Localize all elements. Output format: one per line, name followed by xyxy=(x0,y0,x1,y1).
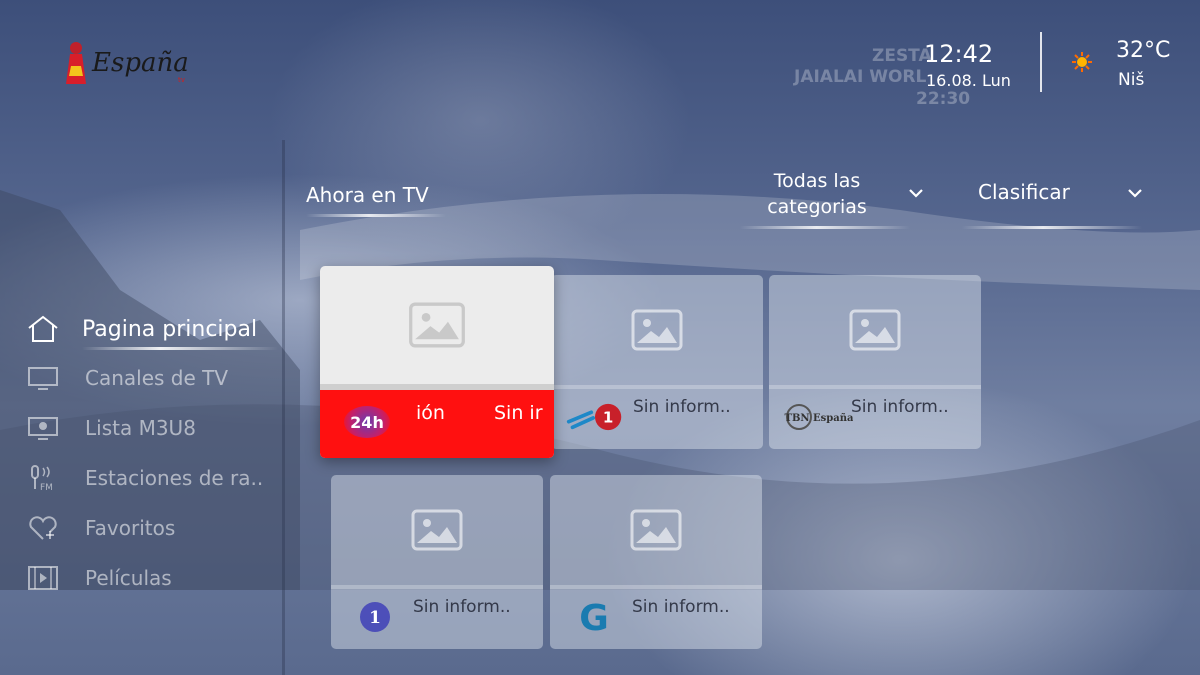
program-info: Sin inform.. xyxy=(633,397,731,417)
heart-plus-icon xyxy=(26,513,60,543)
sidebar-item-label: Lista M3U8 xyxy=(85,416,196,440)
card-divider xyxy=(550,585,762,589)
logo-tagline: tv xyxy=(178,76,185,84)
program-info: Sin inform.. xyxy=(632,597,730,617)
logo-text: España xyxy=(92,48,189,78)
city: Niš xyxy=(1118,70,1145,90)
image-placeholder-icon xyxy=(320,266,554,384)
channel-card[interactable]: G Sin inform.. xyxy=(550,475,762,649)
svg-text:FM: FM xyxy=(40,483,53,493)
sidebar-item-movies[interactable]: Películas xyxy=(26,561,172,595)
sidebar-item-home[interactable]: Pagina principal xyxy=(26,312,257,346)
channel-card-focused[interactable]: 24h ión Sin ir xyxy=(320,266,554,458)
channel-logo: 1 xyxy=(565,399,625,435)
overlay-text: 22:30 xyxy=(916,89,971,109)
image-placeholder-icon xyxy=(551,275,763,385)
dropdown-underline xyxy=(740,226,910,229)
channel-card[interactable]: 1 Sin inform.. xyxy=(331,475,543,649)
channel-logo: G xyxy=(564,598,624,637)
channel-number: 1 xyxy=(603,409,613,427)
channel-card[interactable]: 1 Sin inform.. xyxy=(551,275,763,449)
sidebar-item-label: Canales de TV xyxy=(85,366,229,390)
sort-label: Clasificar xyxy=(978,180,1070,204)
card-divider xyxy=(331,585,543,589)
dropdown-underline xyxy=(962,226,1142,229)
channel-name: TBN España xyxy=(785,413,854,424)
program-info: Sin ir xyxy=(494,402,543,424)
playlist-icon xyxy=(26,413,60,443)
channel-logo: TBN España xyxy=(783,399,853,435)
sidebar-item-favorites[interactable]: Favoritos xyxy=(26,511,175,545)
program-info: Sin inform.. xyxy=(413,597,511,617)
app-logo: España tv xyxy=(60,40,210,90)
image-placeholder-icon xyxy=(550,475,762,585)
overlay-text: ZESTA xyxy=(872,46,932,66)
active-indicator xyxy=(82,347,278,350)
sidebar-item-label: Favoritos xyxy=(85,516,176,540)
temperature: 32°C xyxy=(1116,38,1171,63)
chevron-down-icon xyxy=(909,189,923,198)
program-info: Sin inform.. xyxy=(851,397,949,417)
tv-icon xyxy=(26,363,60,393)
image-placeholder-icon xyxy=(769,275,981,385)
sidebar-item-tv-channels[interactable]: Canales de TV xyxy=(26,361,228,395)
image-placeholder-icon xyxy=(331,475,543,585)
sidebar-item-radio[interactable]: FM Estaciones de ra.. xyxy=(26,461,263,495)
chevron-down-icon xyxy=(1128,189,1142,198)
film-icon xyxy=(26,563,60,593)
sun-icon xyxy=(1072,52,1092,72)
section-title: Ahora en TV xyxy=(306,183,429,207)
radio-fm-icon: FM xyxy=(26,463,60,493)
header-divider xyxy=(1040,32,1042,92)
channel-logo: 24h xyxy=(344,406,390,438)
card-divider xyxy=(551,385,763,389)
overlay-text: JAIALAI WORL xyxy=(794,67,927,87)
sidebar-item-label: Estaciones de ra.. xyxy=(85,466,264,490)
channel-letter: G xyxy=(579,598,609,637)
category-label: Todas las categorias xyxy=(767,170,867,218)
sidebar-item-m3u8[interactable]: Lista M3U8 xyxy=(26,411,196,445)
channel-number: 1 xyxy=(369,608,381,628)
sidebar-separator xyxy=(282,140,285,675)
title-underline xyxy=(306,214,446,217)
date: 16.08. Lun xyxy=(926,71,1011,90)
card-divider xyxy=(769,385,981,389)
home-icon xyxy=(26,314,60,344)
sidebar-item-label: Pagina principal xyxy=(82,316,258,342)
program-title: ión xyxy=(416,402,445,424)
channel-card[interactable]: TBN España Sin inform.. xyxy=(769,275,981,449)
channel-logo: 1 xyxy=(345,599,405,635)
clock: 12:42 xyxy=(924,40,994,68)
sidebar-item-label: Películas xyxy=(85,566,172,590)
